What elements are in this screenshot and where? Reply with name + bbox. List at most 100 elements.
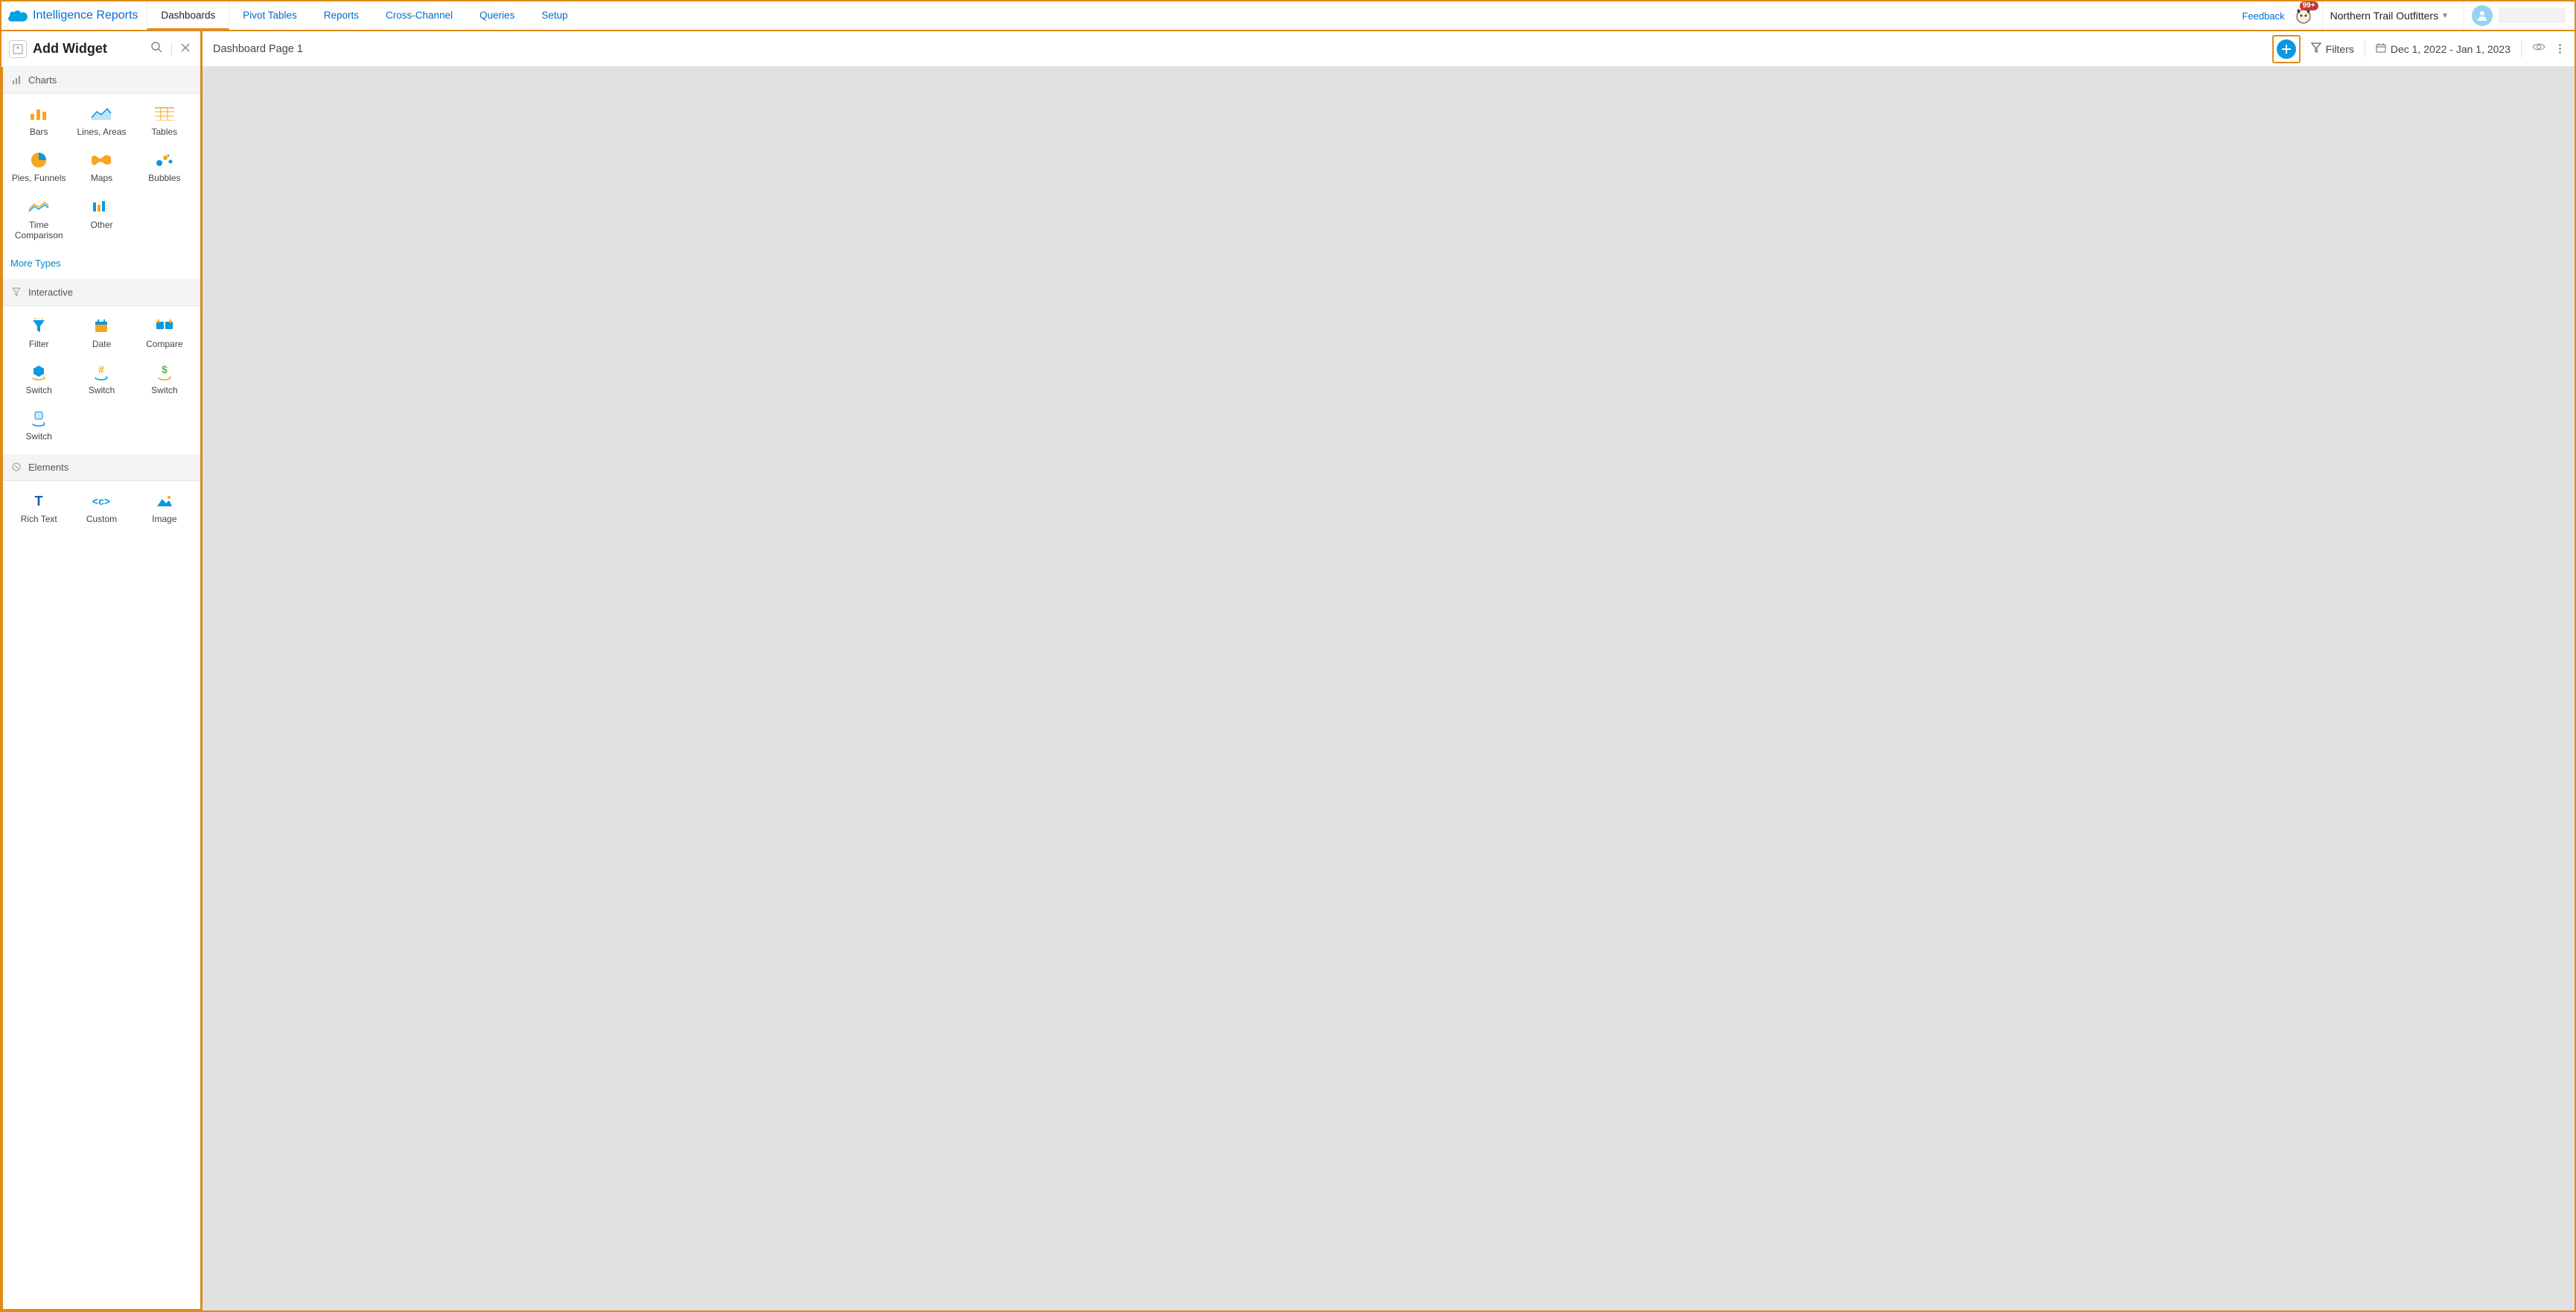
section-charts-label: Charts [28,74,57,86]
bar-chart-icon [28,106,50,122]
widget-switch-hash[interactable]: # Switch [70,360,133,400]
user-name-placeholder [2499,8,2566,23]
map-icon [90,152,112,168]
tab-queries[interactable]: Queries [466,1,528,30]
line-area-icon [90,106,112,122]
widget-switch-dollar[interactable]: $ Switch [133,360,196,400]
widget-lines-areas[interactable]: Lines, Areas [70,101,133,141]
brand-title: Intelligence Reports [33,9,138,22]
add-widget-icon [9,40,27,58]
brand: Intelligence Reports [1,1,147,30]
notification-badge: 99+ [2300,1,2318,10]
canvas-column: Dashboard Page 1 Filters Dec 1, 2022 - J… [203,31,2575,1311]
table-icon [153,106,176,122]
tab-dashboards[interactable]: Dashboards [147,1,229,30]
chevron-down-icon: ▼ [2441,12,2449,20]
sidebar-close-button[interactable] [178,39,193,59]
interactive-grid: Filter Date Compare Switch # Switch [3,306,200,454]
sidebar-body: Charts Bars Lines, Areas Tables Pies, F [1,67,200,1311]
user-menu[interactable] [2464,1,2566,30]
date-range-picker[interactable]: Dec 1, 2022 - Jan 1, 2023 [2376,42,2510,55]
org-switcher[interactable]: Northern Trail Outfitters ▼ [2322,1,2456,30]
svg-text:$: $ [162,364,168,375]
sidebar: Add Widget Charts Bars [1,31,203,1311]
section-charts: Charts [3,67,200,94]
nav-tabs: Dashboards Pivot Tables Reports Cross-Ch… [147,1,581,30]
tab-setup[interactable]: Setup [528,1,581,30]
sidebar-header: Add Widget [1,31,200,67]
image-icon [153,493,176,509]
close-icon [181,43,190,52]
tab-reports[interactable]: Reports [310,1,372,30]
switch-cube-icon [28,364,50,380]
canvas-toolbar: Dashboard Page 1 Filters Dec 1, 2022 - J… [203,31,2575,67]
bubbles-icon [153,152,176,168]
calendar-icon [2376,42,2386,55]
elements-grid: T Rich Text <c> Custom Image [3,481,200,536]
svg-text:T: T [35,494,43,509]
filter-outline-icon [12,287,22,296]
widget-maps[interactable]: Maps [70,147,133,188]
filters-label: Filters [2326,43,2354,55]
page-title: Dashboard Page 1 [213,43,303,55]
widget-tables[interactable]: Tables [133,101,196,141]
sidebar-title: Add Widget [33,41,141,57]
filter-icon [2311,42,2321,55]
other-chart-icon [90,199,112,215]
calendar-icon [90,318,112,334]
widget-compare[interactable]: Compare [133,313,196,354]
custom-code-icon: <c> [90,493,112,509]
switch-dollar-icon: $ [153,364,176,380]
widget-date[interactable]: Date [70,313,133,354]
plus-icon [2281,44,2292,54]
section-interactive-label: Interactive [28,287,73,298]
bars-icon [12,76,22,85]
elements-icon [12,462,22,471]
charts-grid: Bars Lines, Areas Tables Pies, Funnels M… [3,94,200,253]
toolbar-actions: Filters Dec 1, 2022 - Jan 1, 2023 [2272,35,2564,63]
widget-switch-generic[interactable]: Switch [7,406,70,446]
org-name: Northern Trail Outfitters [2330,10,2439,22]
widget-custom[interactable]: <c> Custom [70,488,133,529]
person-icon [2476,10,2488,22]
switch-generic-icon [28,410,50,427]
date-range-text: Dec 1, 2022 - Jan 1, 2023 [2391,43,2510,55]
filters-button[interactable]: Filters [2311,42,2354,55]
tab-cross-channel[interactable]: Cross-Channel [372,1,466,30]
notification-bell[interactable]: 99+ [2292,4,2315,27]
svg-text:<c>: <c> [92,495,110,507]
filter-icon [28,318,50,334]
section-elements: Elements [3,454,200,481]
widget-switch-cube[interactable]: Switch [7,360,70,400]
widget-time-comparison[interactable]: Time Comparison [7,194,70,246]
more-actions-button[interactable] [2556,41,2564,57]
time-compare-icon [28,199,50,215]
avatar [2472,5,2493,26]
dashboard-canvas[interactable] [203,67,2575,1311]
more-types-link[interactable]: More Types [3,253,200,279]
top-bar: Intelligence Reports Dashboards Pivot Ta… [1,1,2575,31]
visibility-button[interactable] [2532,42,2545,56]
widget-bubbles[interactable]: Bubbles [133,147,196,188]
pie-icon [28,152,50,168]
widget-image[interactable]: Image [133,488,196,529]
add-page-button[interactable] [2277,39,2296,59]
rich-text-icon: T [28,493,50,509]
top-right: Feedback 99+ Northern Trail Outfitters ▼ [2242,1,2575,30]
sidebar-search-button[interactable] [147,38,165,60]
widget-bars[interactable]: Bars [7,101,70,141]
eye-icon [2532,42,2545,52]
widget-other[interactable]: Other [70,194,133,246]
switch-hash-icon: # [90,364,112,380]
widget-filter[interactable]: Filter [7,313,70,354]
section-elements-label: Elements [28,462,68,473]
tab-pivot-tables[interactable]: Pivot Tables [229,1,310,30]
search-icon [150,41,162,53]
section-interactive: Interactive [3,279,200,306]
svg-text:#: # [99,364,105,375]
workspace: Add Widget Charts Bars [1,31,2575,1311]
add-page-highlight [2272,35,2301,63]
feedback-link[interactable]: Feedback [2242,10,2285,22]
widget-rich-text[interactable]: T Rich Text [7,488,70,529]
widget-pies-funnels[interactable]: Pies, Funnels [7,147,70,188]
